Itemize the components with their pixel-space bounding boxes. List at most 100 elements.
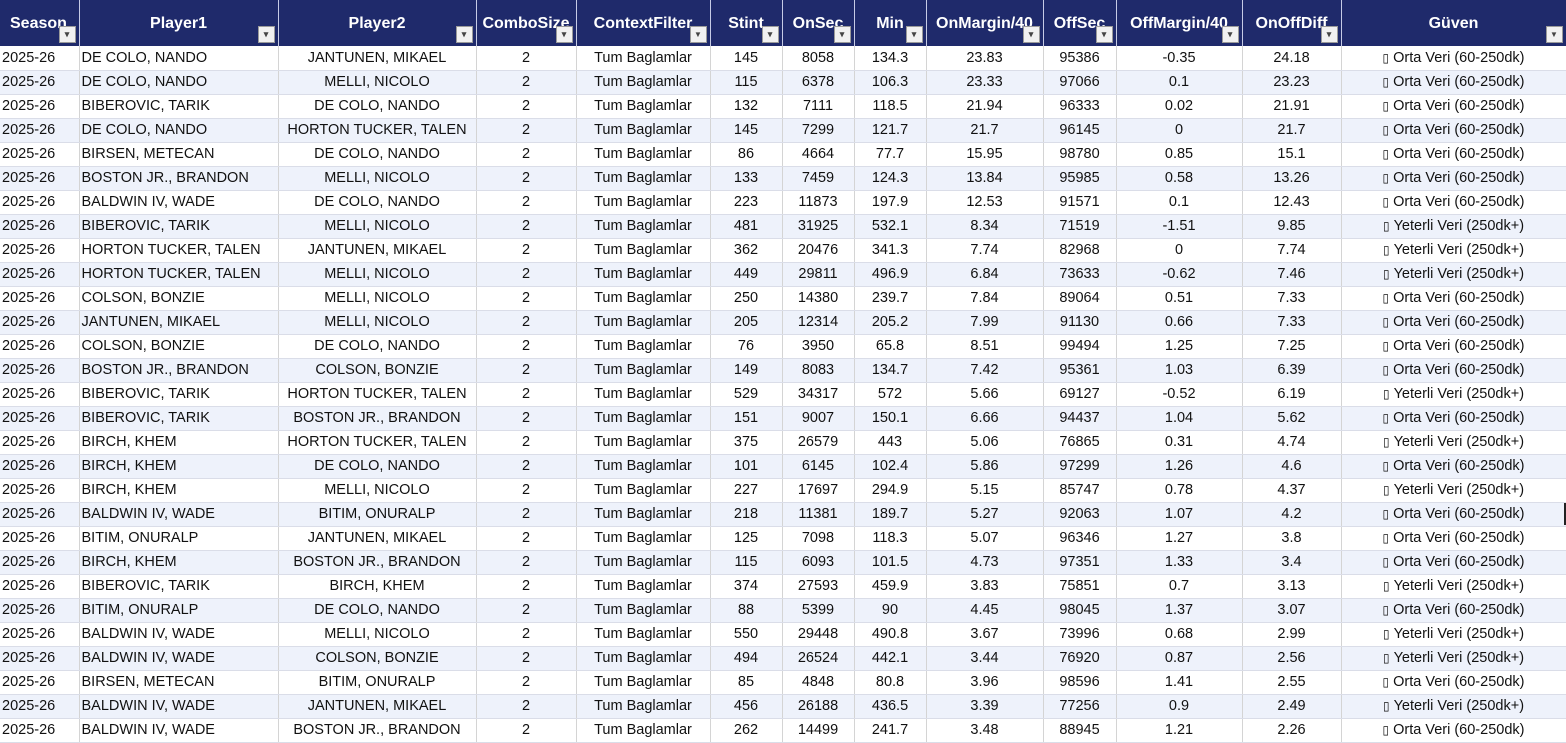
cell-combo[interactable]: 2	[476, 166, 577, 191]
cell-offmargin[interactable]: 1.37	[1116, 598, 1243, 623]
cell-player1[interactable]: DE COLO, NANDO	[79, 70, 279, 95]
cell-onsec[interactable]: 31925	[782, 214, 855, 239]
table-row[interactable]: 2025-26 DE COLO, NANDO JANTUNEN, MIKAEL 2 Tu…	[0, 46, 1566, 71]
cell-offsec[interactable]: 91130	[1043, 310, 1117, 335]
cell-min[interactable]: 239.7	[854, 286, 927, 311]
cell-onoffdiff[interactable]: 2.99	[1242, 622, 1342, 647]
filter-dropdown-icon[interactable]: ▾	[555, 26, 573, 43]
table-row[interactable]: 2025-26 BIBEROVIC, TARIK MELLI, NICOLO 2 Tum…	[0, 214, 1566, 239]
filter-dropdown-icon[interactable]: ▾	[905, 26, 923, 43]
table-row[interactable]: 2025-26 BALDWIN IV, WADE COLSON, BONZIE 2 Tu…	[0, 646, 1566, 671]
cell-stint[interactable]: 101	[710, 454, 783, 479]
cell-player1[interactable]: BITIM, ONURALP	[79, 526, 279, 551]
cell-offsec[interactable]: 95386	[1043, 46, 1117, 71]
cell-season[interactable]: 2025-26	[0, 502, 80, 527]
cell-season[interactable]: 2025-26	[0, 406, 80, 431]
cell-min[interactable]: 436.5	[854, 694, 927, 719]
cell-guven[interactable]: ▯ Orta Veri (60-250dk)	[1341, 598, 1566, 623]
cell-season[interactable]: 2025-26	[0, 670, 80, 695]
cell-guven[interactable]: ▯ Yeterli Veri (250dk+)	[1341, 430, 1566, 455]
cell-offsec[interactable]: 98596	[1043, 670, 1117, 695]
cell-stint[interactable]: 456	[710, 694, 783, 719]
cell-min[interactable]: 197.9	[854, 190, 927, 215]
cell-onmargin[interactable]: 21.7	[926, 118, 1044, 143]
cell-player1[interactable]: BOSTON JR., BRANDON	[79, 358, 279, 383]
cell-player1[interactable]: BIBEROVIC, TARIK	[79, 574, 279, 599]
cell-season[interactable]: 2025-26	[0, 382, 80, 407]
column-header-combo[interactable]: ComboSize ▾	[476, 0, 577, 46]
cell-stint[interactable]: 125	[710, 526, 783, 551]
cell-stint[interactable]: 85	[710, 670, 783, 695]
cell-guven[interactable]: ▯ Orta Veri (60-250dk)	[1341, 526, 1566, 551]
cell-onsec[interactable]: 11381	[782, 502, 855, 527]
cell-player2[interactable]: MELLI, NICOLO	[278, 166, 477, 191]
cell-player1[interactable]: BALDWIN IV, WADE	[79, 502, 279, 527]
cell-offmargin[interactable]: 0.9	[1116, 694, 1243, 719]
table-row[interactable]: 2025-26 BIBEROVIC, TARIK BIRCH, KHEM 2 Tum B…	[0, 574, 1566, 599]
cell-season[interactable]: 2025-26	[0, 718, 80, 743]
cell-context[interactable]: Tum Baglamlar	[576, 598, 711, 623]
cell-stint[interactable]: 76	[710, 334, 783, 359]
cell-player2[interactable]: BOSTON JR., BRANDON	[278, 406, 477, 431]
cell-combo[interactable]: 2	[476, 622, 577, 647]
cell-onmargin[interactable]: 7.84	[926, 286, 1044, 311]
filter-dropdown-icon[interactable]: ▾	[455, 26, 473, 43]
cell-min[interactable]: 442.1	[854, 646, 927, 671]
cell-combo[interactable]: 2	[476, 718, 577, 743]
cell-onsec[interactable]: 27593	[782, 574, 855, 599]
cell-stint[interactable]: 205	[710, 310, 783, 335]
cell-combo[interactable]: 2	[476, 406, 577, 431]
cell-onoffdiff[interactable]: 4.2	[1242, 502, 1342, 527]
column-header-player2[interactable]: Player2 ▾	[278, 0, 477, 46]
cell-min[interactable]: 106.3	[854, 70, 927, 95]
cell-player2[interactable]: BITIM, ONURALP	[278, 502, 477, 527]
cell-guven[interactable]: ▯ Orta Veri (60-250dk)	[1341, 502, 1566, 527]
cell-offmargin[interactable]: -0.62	[1116, 262, 1243, 287]
cell-guven[interactable]: ▯ Orta Veri (60-250dk)	[1341, 358, 1566, 383]
cell-combo[interactable]: 2	[476, 478, 577, 503]
cell-guven[interactable]: ▯ Orta Veri (60-250dk)	[1341, 670, 1566, 695]
cell-stint[interactable]: 550	[710, 622, 783, 647]
cell-onmargin[interactable]: 6.66	[926, 406, 1044, 431]
cell-stint[interactable]: 145	[710, 46, 783, 71]
table-row[interactable]: 2025-26 BALDWIN IV, WADE MELLI, NICOLO 2 Tum…	[0, 622, 1566, 647]
cell-player2[interactable]: JANTUNEN, MIKAEL	[278, 238, 477, 263]
cell-offsec[interactable]: 73996	[1043, 622, 1117, 647]
cell-combo[interactable]: 2	[476, 646, 577, 671]
cell-guven[interactable]: ▯ Orta Veri (60-250dk)	[1341, 190, 1566, 215]
cell-onsec[interactable]: 5399	[782, 598, 855, 623]
cell-guven[interactable]: ▯ Yeterli Veri (250dk+)	[1341, 262, 1566, 287]
table-row[interactable]: 2025-26 BIRCH, KHEM DE COLO, NANDO 2 Tum Bag…	[0, 454, 1566, 479]
cell-onsec[interactable]: 6093	[782, 550, 855, 575]
cell-player2[interactable]: MELLI, NICOLO	[278, 214, 477, 239]
cell-onmargin[interactable]: 7.74	[926, 238, 1044, 263]
cell-offsec[interactable]: 73633	[1043, 262, 1117, 287]
cell-player2[interactable]: DE COLO, NANDO	[278, 334, 477, 359]
table-row[interactable]: 2025-26 DE COLO, NANDO HORTON TUCKER, TALE…	[0, 118, 1566, 143]
cell-player2[interactable]: BIRCH, KHEM	[278, 574, 477, 599]
cell-player2[interactable]: COLSON, BONZIE	[278, 646, 477, 671]
cell-stint[interactable]: 449	[710, 262, 783, 287]
cell-offmargin[interactable]: 1.03	[1116, 358, 1243, 383]
cell-onmargin[interactable]: 3.83	[926, 574, 1044, 599]
cell-context[interactable]: Tum Baglamlar	[576, 358, 711, 383]
cell-guven[interactable]: ▯ Orta Veri (60-250dk)	[1341, 118, 1566, 143]
cell-onoffdiff[interactable]: 4.6	[1242, 454, 1342, 479]
cell-onsec[interactable]: 14380	[782, 286, 855, 311]
cell-offsec[interactable]: 96346	[1043, 526, 1117, 551]
cell-onoffdiff[interactable]: 4.37	[1242, 478, 1342, 503]
cell-onoffdiff[interactable]: 21.7	[1242, 118, 1342, 143]
cell-stint[interactable]: 374	[710, 574, 783, 599]
cell-season[interactable]: 2025-26	[0, 262, 80, 287]
cell-offsec[interactable]: 75851	[1043, 574, 1117, 599]
cell-player1[interactable]: BIRSEN, METECAN	[79, 142, 279, 167]
column-header-context[interactable]: ContextFilter ▼	[576, 0, 711, 46]
cell-guven[interactable]: ▯ Yeterli Veri (250dk+)	[1341, 622, 1566, 647]
cell-context[interactable]: Tum Baglamlar	[576, 238, 711, 263]
table-row[interactable]: 2025-26 BOSTON JR., BRANDON MELLI, NICOLO 2…	[0, 166, 1566, 191]
cell-stint[interactable]: 529	[710, 382, 783, 407]
cell-onoffdiff[interactable]: 15.1	[1242, 142, 1342, 167]
cell-stint[interactable]: 145	[710, 118, 783, 143]
cell-guven[interactable]: ▯ Orta Veri (60-250dk)	[1341, 406, 1566, 431]
cell-onsec[interactable]: 7459	[782, 166, 855, 191]
